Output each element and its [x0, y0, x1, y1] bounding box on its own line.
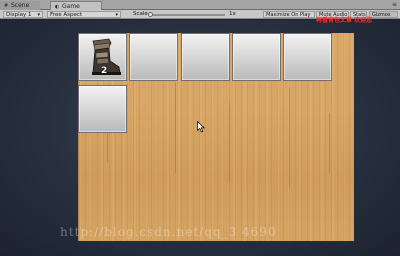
- wood-grain: [175, 83, 176, 173]
- maximize-on-play-button[interactable]: Maximize On Play: [263, 11, 315, 18]
- watermark-text: http://blog.csdn.net/qq_3 4690: [60, 225, 277, 239]
- inventory-slot[interactable]: [78, 85, 127, 133]
- inventory-slot[interactable]: [181, 33, 230, 81]
- inventory-slot[interactable]: 2: [78, 33, 127, 81]
- chevron-down-icon: ▾: [37, 12, 40, 18]
- inventory-slot[interactable]: [232, 33, 281, 81]
- scale-slider[interactable]: [150, 14, 225, 16]
- tab-game-label: Game: [62, 3, 80, 10]
- item-count: 2: [101, 66, 108, 76]
- display-dropdown[interactable]: Display 1 ▾: [3, 11, 43, 18]
- aspect-dropdown-label: Free Aspect: [50, 12, 83, 18]
- aspect-dropdown[interactable]: Free Aspect ▾: [47, 11, 121, 18]
- tab-game[interactable]: ◐ Game: [50, 1, 102, 10]
- tab-scene[interactable]: # Scene: [0, 1, 40, 10]
- wood-grain: [329, 113, 330, 173]
- inventory-slot[interactable]: [129, 33, 178, 81]
- wood-grain: [229, 103, 230, 183]
- scale-label: Scale: [133, 11, 148, 17]
- editor-tab-bar: # Scene ◐ Game ≡: [0, 0, 400, 10]
- gizmos-button[interactable]: Gizmos: [369, 11, 398, 18]
- display-dropdown-label: Display 1: [6, 12, 32, 18]
- tab-scene-label: Scene: [11, 2, 30, 9]
- overlay-text: 再看背包文章 欢迎您: [316, 17, 373, 24]
- inventory-slot[interactable]: [283, 33, 332, 81]
- chevron-down-icon: ▾: [115, 12, 118, 18]
- scale-value: 1x: [229, 11, 236, 17]
- tab-menu-icon[interactable]: ≡: [392, 0, 397, 10]
- wood-grain: [289, 88, 290, 188]
- scale-slider-thumb[interactable]: [148, 12, 153, 17]
- mouse-cursor-icon: [197, 121, 205, 133]
